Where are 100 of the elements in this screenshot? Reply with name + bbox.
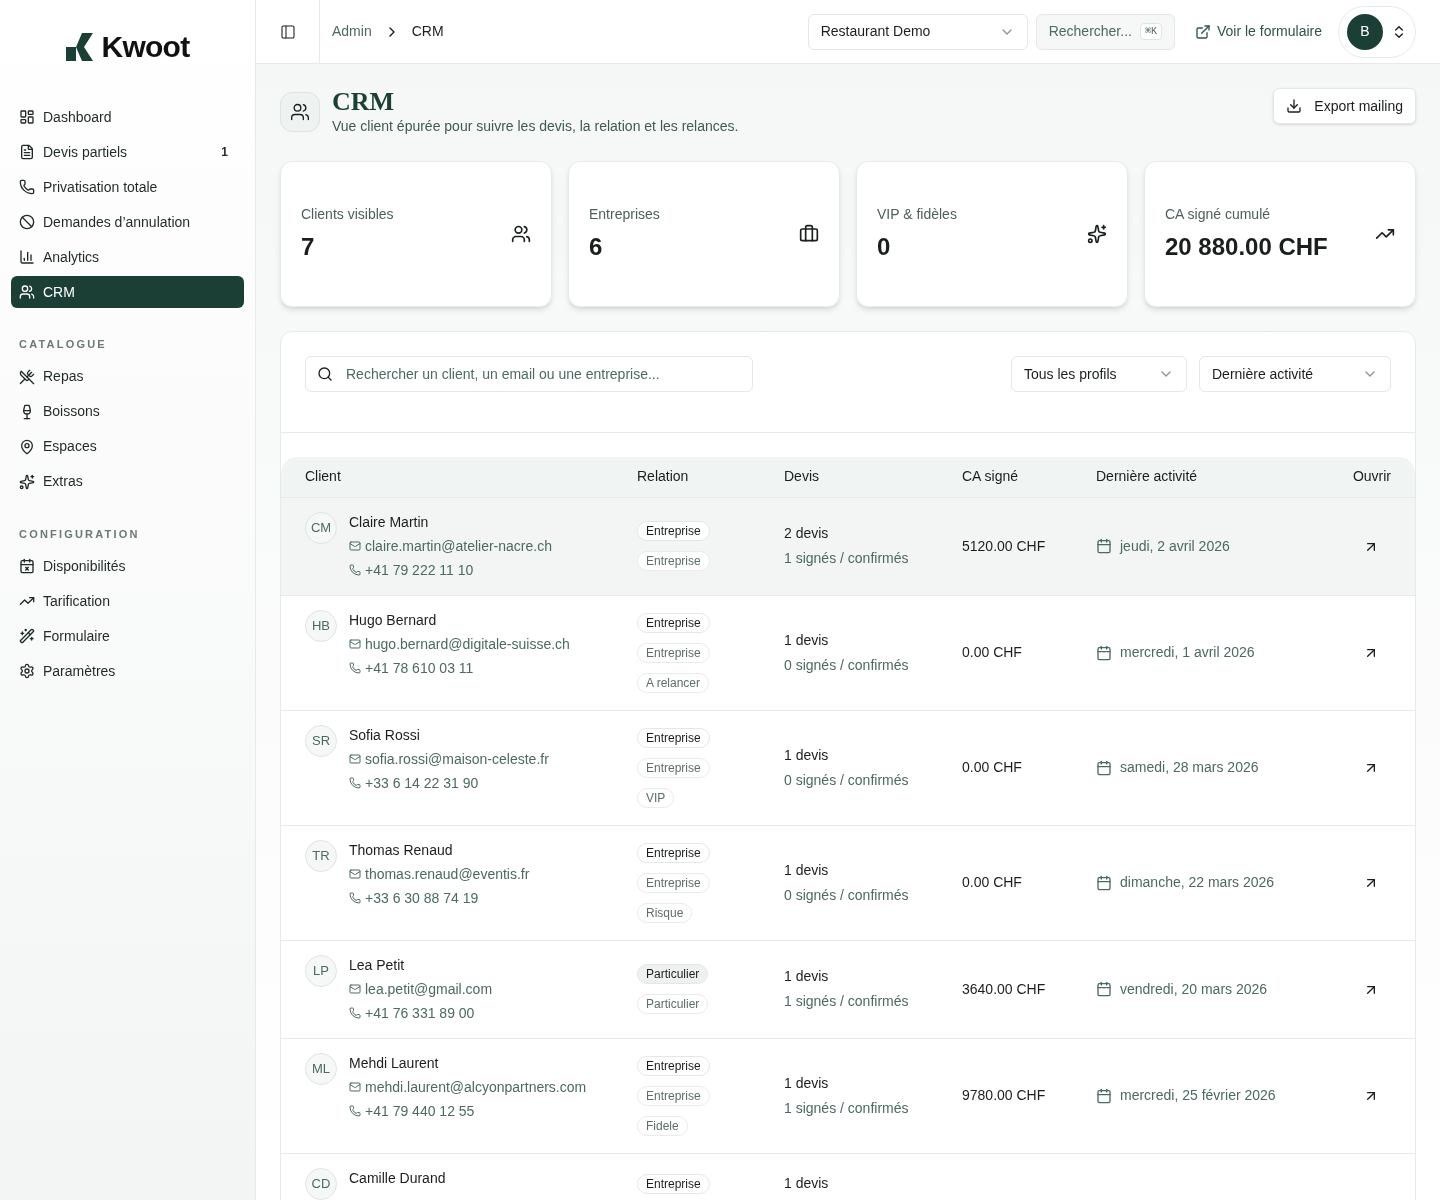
client-row[interactable]: CM Claire Martin claire.martin@atelier-nacre.ch +41 79 222 11 10 Entreprise Entreprise 2 devis 1 signés / confirmés 5120.00 CHF jeudi, 2 avril 2026	[281, 497, 1415, 595]
client-row[interactable]: TR Thomas Renaud thomas.renaud@eventis.fr +33 6 30 88 74 19 Entreprise Entreprise Risque 1 devis 0 signés / confirmés 0.00 CHF dimanche, 22 mars 2026	[281, 825, 1415, 940]
relation-tag: Entreprise	[637, 1173, 710, 1194]
client-name: Mehdi Laurent	[349, 1053, 440, 1073]
users-icon	[511, 224, 531, 244]
form-link[interactable]: Voir le formulaire	[1194, 21, 1322, 42]
calendar-icon	[1096, 759, 1112, 776]
stat-label: CA signé cumulé	[1165, 204, 1272, 224]
client-row[interactable]: SR Sofia Rossi sofia.rossi@maison-celeste.fr +33 6 14 22 31 90 Entreprise Entreprise VIP 1 devis 0 signés / confirmés 0.00 CHF samedi, 28 mars 2026	[281, 710, 1415, 825]
client-initials: TR	[305, 839, 337, 872]
quote-count: 1 devis	[784, 860, 830, 880]
relation-tag: Entreprise	[637, 551, 710, 571]
client-email: sofia.rossi@maison-celeste.fr	[365, 749, 549, 769]
count-label: 1	[221, 144, 228, 161]
mail-icon	[349, 983, 361, 995]
relation-tag: Particulier	[637, 994, 709, 1014]
sidebar-item[interactable]: Dashboard	[11, 101, 244, 133]
client-initials: CD	[305, 1167, 337, 1200]
quote-count: 2 devis	[784, 524, 830, 543]
restaurant-select[interactable]: Restaurant Demo	[807, 13, 1028, 50]
sidebar-item[interactable]: Repas	[11, 360, 244, 393]
relation-tag: Fidele	[637, 1115, 688, 1136]
client-name: Camille Durand	[349, 1168, 446, 1188]
signed-count: 0 signés / confirmés	[784, 655, 910, 675]
activity-date: samedi, 28 mars 2026	[1120, 758, 1259, 777]
relation-tag: Entreprise	[637, 727, 710, 748]
phone-icon	[349, 564, 361, 576]
client-initials: CM	[305, 511, 337, 544]
stat-value: 7	[301, 231, 316, 262]
logo-icon	[65, 32, 94, 61]
activity-date: mercredi, 1 avril 2026	[1120, 643, 1255, 662]
stat-label: Clients visibles	[301, 204, 394, 224]
export-button[interactable]: Export mailing	[1273, 88, 1416, 124]
phone-icon	[349, 1007, 361, 1019]
sidebar-item[interactable]: Disponibilités	[11, 550, 244, 582]
download-icon	[1286, 98, 1303, 114]
relation-tag: Particulier	[637, 964, 709, 984]
profile-select[interactable]: Tous les profils	[1011, 356, 1187, 392]
sidebar-item[interactable]: Demandes d’annulation	[11, 206, 244, 238]
stat-value: 6	[589, 231, 604, 262]
sidebar-item[interactable]: Analytics	[11, 241, 244, 273]
phone-icon	[349, 1105, 361, 1117]
sidebar-item[interactable]: Extras	[11, 465, 244, 498]
sidebar-item[interactable]: Boissons	[11, 395, 244, 428]
settings-icon	[19, 663, 35, 679]
sidebar-item[interactable]: Espaces	[11, 430, 244, 463]
mail-icon	[349, 638, 361, 650]
client-row[interactable]: LP Lea Petit lea.petit@gmail.com +41 76 331 89 00 Particulier Particulier 1 devis 1 signés / confirmés 3640.00 CHF vendredi, 20 mars 2026	[281, 940, 1415, 1038]
signed-revenue: 5120.00 CHF	[962, 537, 1046, 554]
section-heading: CATALOGUE	[18, 337, 108, 352]
relation-tag: Risque	[637, 902, 693, 923]
ban-icon	[19, 214, 35, 230]
client-row[interactable]: ML Mehdi Laurent mehdi.laurent@alcyonpartners.com +41 79 440 12 55 Entreprise Entreprise Fidele 1 devis 1 signés / confirmés 9780.00 CHF mercredi, 25 février 2026	[281, 1038, 1415, 1153]
client-email: hugo.bernard@digitale-suisse.ch	[365, 634, 570, 654]
phone-icon	[349, 777, 361, 789]
brand-name: Kwoot	[101, 29, 190, 65]
client-name: Thomas Renaud	[349, 840, 454, 860]
relation-tag: Entreprise	[637, 1085, 710, 1106]
users-icon	[290, 102, 310, 122]
column-header: Ouvrir	[1333, 457, 1415, 497]
signed-count: 1 signés / confirmés	[784, 549, 910, 568]
client-name: Lea Petit	[349, 955, 406, 975]
activity-date: vendredi, 20 mars 2026	[1120, 979, 1268, 999]
quote-count: 1 devis	[784, 1174, 830, 1193]
sidebar-item[interactable]: Privatisation totale	[11, 171, 244, 203]
mail-icon	[349, 868, 361, 880]
search-icon	[317, 366, 333, 382]
phone-icon	[349, 892, 361, 904]
column-header: Relation	[637, 457, 784, 497]
sidebar-item[interactable]: Paramètres	[11, 655, 244, 687]
client-initials: ML	[305, 1052, 337, 1085]
breadcrumb-current: CRM	[411, 22, 444, 41]
search-button[interactable]: Rechercher... ⌘K	[1035, 13, 1175, 50]
mail-icon	[349, 540, 361, 552]
signed-count: 1 signés / confirmés	[784, 992, 910, 1011]
client-search-field[interactable]: Rechercher un client, un email ou une entreprise...	[305, 356, 753, 392]
map-pin-icon	[19, 438, 35, 455]
shortcut-key: ⌘K	[1139, 23, 1162, 40]
sort-select[interactable]: Dernière activité	[1199, 356, 1391, 392]
sidebar-item[interactable]: Devis partiels 1	[11, 136, 244, 168]
calendar-icon	[1096, 981, 1112, 997]
page-title: CRM	[332, 88, 396, 116]
mail-icon	[349, 753, 361, 765]
bar-chart-icon	[19, 249, 35, 265]
stat-value: 0	[877, 231, 892, 262]
breadcrumb-link[interactable]: Admin	[332, 21, 372, 42]
sidebar-item[interactable]: Tarification	[11, 585, 244, 617]
relation-tag: A relancer	[637, 672, 710, 693]
client-email: thomas.renaud@eventis.fr	[365, 864, 530, 884]
phone-icon	[349, 662, 361, 674]
client-name: Claire Martin	[349, 512, 430, 532]
calendar-icon	[1096, 538, 1112, 554]
stat-label: VIP & fidèles	[877, 204, 957, 224]
sidebar-item[interactable]: CRM	[11, 276, 244, 308]
client-row[interactable]: HB Hugo Bernard hugo.bernard@digitale-suisse.ch +41 78 610 03 11 Entreprise Entreprise A relancer 1 devis 0 signés / confirmés 0.00 CHF mercredi, 1 avril 2026	[281, 595, 1415, 710]
users-icon	[19, 284, 35, 300]
relation-tag: Entreprise	[637, 612, 710, 633]
sidebar-toggle-icon[interactable]	[279, 23, 296, 40]
sidebar-item[interactable]: Formulaire	[11, 620, 244, 652]
client-row[interactable]: CD Camille Durand Entreprise 1 devis	[281, 1153, 1415, 1200]
